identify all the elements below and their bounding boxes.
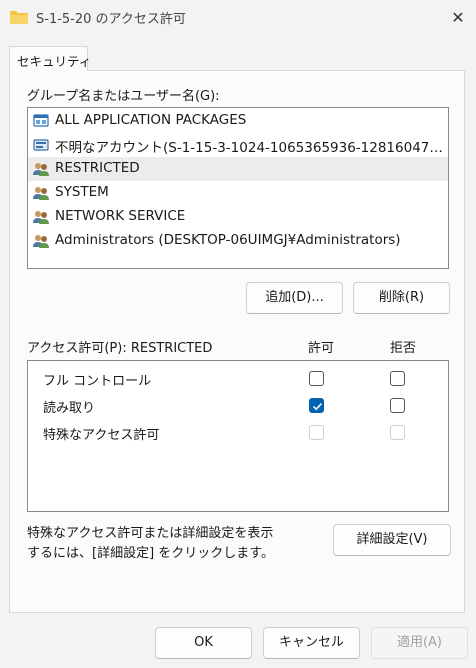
permission-name: 読み取り <box>43 401 96 416</box>
apply-button: 適用(A) <box>371 627 468 659</box>
unknown-account-icon <box>33 139 49 151</box>
allow-column-header: 許可 <box>308 341 335 356</box>
allow-checkbox-special <box>309 425 324 440</box>
deny-checkbox-special <box>390 425 405 440</box>
apply-button-label: 適用(A) <box>396 635 443 650</box>
checkmark-icon <box>312 402 323 411</box>
permissions-list: フル コントロール 読み取り 特殊なアクセス許可 <box>27 360 449 512</box>
app-package-icon <box>33 114 49 127</box>
list-item[interactable]: Administrators (DESKTOP-06UIMGJ¥Administ… <box>28 229 448 253</box>
principal-name: ALL APPLICATION PACKAGES <box>55 112 247 128</box>
principals-list[interactable]: ALL APPLICATION PACKAGES 不明なアカウント(S-1-15… <box>27 107 449 269</box>
list-item[interactable]: RESTRICTED <box>28 157 448 181</box>
principal-name: SYSTEM <box>55 184 109 200</box>
group-icon <box>33 187 49 200</box>
tab-security-label: セキュリティ <box>17 54 92 69</box>
add-button-label: 追加(D)... <box>265 290 324 305</box>
close-icon: ✕ <box>451 7 465 27</box>
list-item[interactable]: 不明なアカウント(S-1-15-3-1024-1065365936-128160… <box>28 133 448 157</box>
permission-name: 特殊なアクセス許可 <box>43 428 160 443</box>
add-button[interactable]: 追加(D)... <box>246 282 343 314</box>
advanced-help-line: するには、[詳細設定] をクリックします。 <box>27 546 274 561</box>
close-button[interactable]: ✕ <box>440 0 476 34</box>
group-icon <box>33 163 49 176</box>
group-icon <box>33 235 49 248</box>
deny-column-header: 拒否 <box>390 341 417 356</box>
cancel-button[interactable]: キャンセル <box>263 627 360 659</box>
permission-row: 特殊なアクセス許可 <box>28 420 448 446</box>
list-item[interactable]: SYSTEM <box>28 181 448 205</box>
advanced-button[interactable]: 詳細設定(V) <box>333 524 451 556</box>
remove-button[interactable]: 削除(R) <box>353 282 450 314</box>
principals-label: グループ名またはユーザー名(G): <box>27 89 220 104</box>
cancel-button-label: キャンセル <box>278 635 344 650</box>
advanced-help-text: 特殊なアクセス許可または詳細設定を表示 するには、[詳細設定] をクリックします… <box>27 524 297 564</box>
tab-security[interactable]: セキュリティ <box>9 46 92 71</box>
principal-name: NETWORK SERVICE <box>55 208 186 224</box>
permission-name: フル コントロール <box>43 374 152 389</box>
group-icon <box>33 211 49 224</box>
advanced-help-line: 特殊なアクセス許可または詳細設定を表示 <box>27 526 274 541</box>
deny-checkbox-full-control[interactable] <box>390 371 405 386</box>
principal-name: 不明なアカウント(S-1-15-3-1024-1065365936-128160… <box>55 140 445 156</box>
permission-row: フル コントロール <box>28 366 448 392</box>
permission-row: 読み取り <box>28 393 448 419</box>
title-bar: S-1-5-20 のアクセス許可 ✕ <box>0 0 476 34</box>
remove-button-label: 削除(R) <box>378 290 425 305</box>
list-item[interactable]: NETWORK SERVICE <box>28 205 448 229</box>
deny-checkbox-read[interactable] <box>390 398 405 413</box>
permissions-label: アクセス許可(P): RESTRICTED <box>27 341 213 356</box>
allow-checkbox-full-control[interactable] <box>309 371 324 386</box>
ok-button[interactable]: OK <box>155 627 252 659</box>
window-title: S-1-5-20 のアクセス許可 <box>36 12 186 27</box>
principal-name: RESTRICTED <box>55 160 140 176</box>
security-panel: グループ名またはユーザー名(G): ALL APPLICATION PACKAG… <box>9 70 465 613</box>
folder-icon <box>10 11 28 24</box>
allow-checkbox-read[interactable] <box>309 398 324 413</box>
ok-button-label: OK <box>194 635 213 650</box>
list-item[interactable]: ALL APPLICATION PACKAGES <box>28 109 448 133</box>
principal-name: Administrators (DESKTOP-06UIMGJ¥Administ… <box>55 232 401 248</box>
advanced-button-label: 詳細設定(V) <box>356 532 428 547</box>
